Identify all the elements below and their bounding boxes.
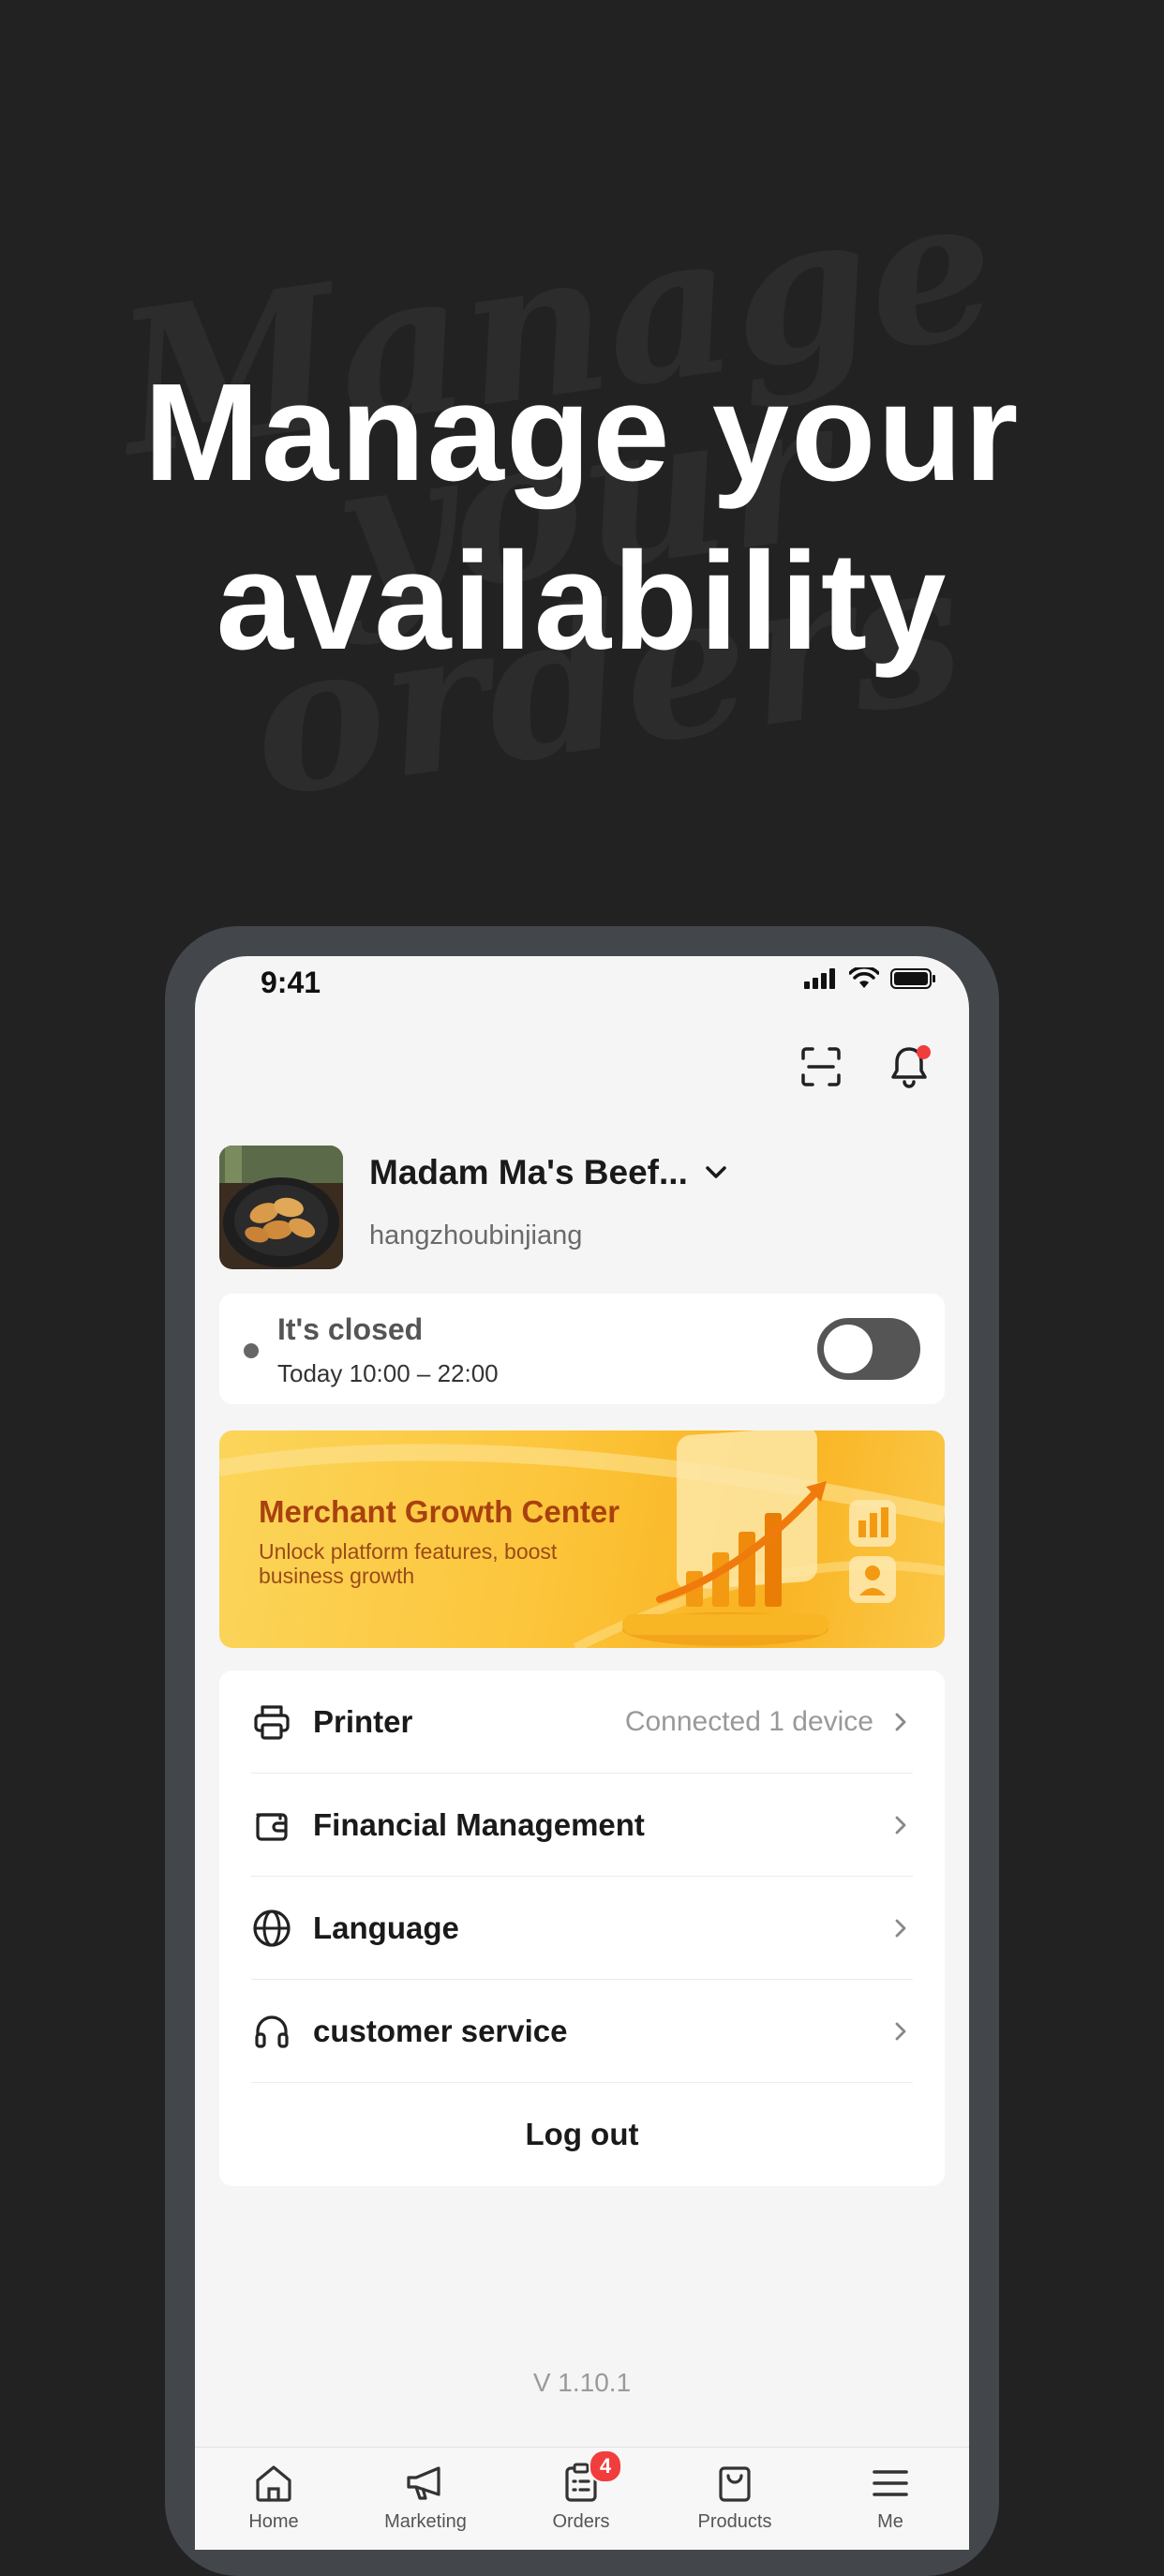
menu-item-label: customer service (313, 2014, 568, 2048)
menu-icon (873, 2470, 908, 2496)
menu-item-label: Financial Management (313, 1807, 645, 1842)
tab-home[interactable]: Home (227, 2461, 321, 2533)
tab-products[interactable]: Products (688, 2461, 782, 2533)
status-time: 9:41 (261, 966, 321, 999)
app-version: V 1.10.1 (532, 2368, 632, 2397)
printer-icon (251, 1701, 292, 1743)
banner-subtitle: Unlock platform features, boost business… (259, 1539, 558, 1588)
orders-badge: 4 (589, 2449, 622, 2483)
scan-icon (801, 1047, 841, 1086)
menu-item-printer[interactable]: Printer Connected 1 device (251, 1670, 913, 1774)
tab-orders[interactable]: 4 Orders (534, 2449, 628, 2533)
tab-label: Products (697, 2511, 772, 2532)
bottom-tab-bar: Home Marketing 4 Orders Products Me (195, 2447, 969, 2550)
tab-label: Me (877, 2511, 903, 2532)
menu-item-customer-service[interactable]: customer service (251, 1980, 913, 2083)
headline-line-2: availability (216, 524, 948, 679)
chevron-right-icon (894, 1816, 913, 1835)
status-icons (804, 967, 937, 990)
menu-item-financial[interactable]: Financial Management (251, 1774, 913, 1877)
tab-me[interactable]: Me (843, 2461, 937, 2533)
megaphone-icon (407, 2466, 440, 2500)
availability-hours: Today 10:00 – 22:00 (277, 1359, 499, 1387)
tab-label: Orders (552, 2511, 610, 2532)
availability-toggle[interactable] (817, 1318, 920, 1380)
status-dot (244, 1343, 259, 1358)
tab-label: Marketing (384, 2511, 467, 2532)
chevron-right-icon (894, 1919, 913, 1938)
phone-screen: 9:41 Madam Ma's Beef... hangzhoubinjiang… (195, 956, 969, 2550)
availability-card: It's closed Today 10:00 – 22:00 (219, 1294, 945, 1404)
home-icon (256, 2465, 291, 2502)
settings-menu: Printer Connected 1 device Financial Man… (219, 1670, 945, 2186)
menu-item-label: Language (313, 1910, 459, 1945)
chevron-right-icon (894, 1713, 913, 1731)
menu-item-label: Printer (313, 1704, 413, 1739)
store-location: hangzhoubinjiang (369, 1221, 583, 1251)
availability-title: It's closed (277, 1312, 424, 1346)
banner-title: Merchant Growth Center (259, 1494, 620, 1529)
dumplings-photo (219, 1146, 343, 1269)
tab-label: Home (248, 2511, 299, 2532)
tab-marketing[interactable]: Marketing (379, 2461, 472, 2533)
globe-icon (251, 1908, 292, 1949)
bag-icon (719, 2466, 751, 2502)
store-image[interactable] (219, 1146, 343, 1269)
chevron-down-icon (706, 1166, 726, 1178)
wallet-icon (251, 1805, 292, 1846)
battery-icon (890, 968, 935, 989)
scan-button[interactable] (793, 1039, 849, 1095)
chevron-right-icon (894, 2022, 913, 2041)
wifi-icon (849, 967, 879, 988)
menu-item-value: Connected 1 device (624, 1706, 873, 1737)
toggle-knob (824, 1325, 873, 1373)
store-selector[interactable]: Madam Ma's Beef... (369, 1153, 727, 1192)
menu-item-language[interactable]: Language (251, 1877, 913, 1980)
signal-icon (804, 968, 835, 989)
headphones-icon (251, 2011, 292, 2052)
headline-line-1: Manage your (143, 355, 1021, 510)
promo-headline: Manage your availability (0, 349, 1164, 686)
growth-center-banner[interactable]: Merchant Growth Center Unlock platform f… (219, 1430, 945, 1648)
notification-dot (917, 1045, 931, 1059)
notifications-button[interactable] (881, 1039, 937, 1095)
logout-button[interactable]: Log out (219, 2083, 945, 2186)
store-name: Madam Ma's Beef... (369, 1153, 688, 1191)
